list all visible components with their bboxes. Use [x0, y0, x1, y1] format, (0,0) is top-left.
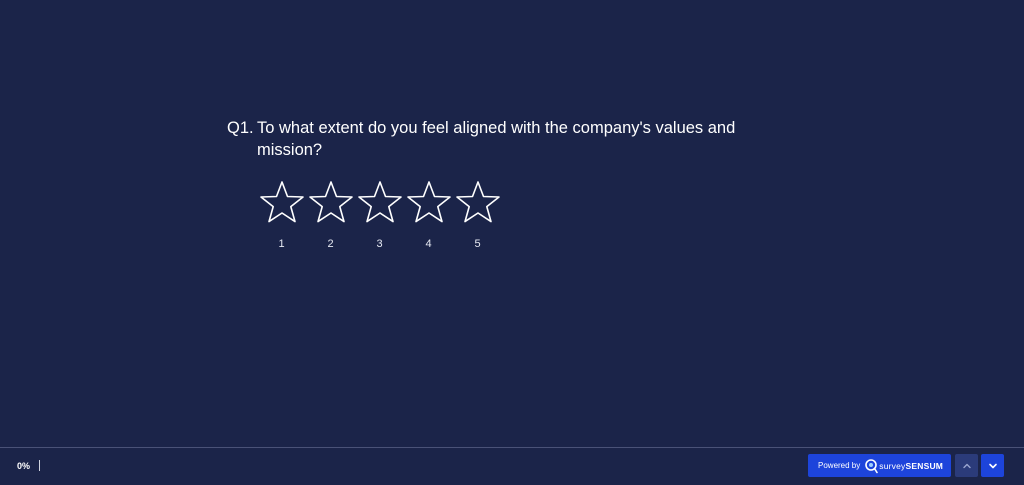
rating-label: 1 — [278, 238, 285, 250]
rating-option-5[interactable]: 5 — [453, 180, 502, 250]
rating-label: 5 — [474, 238, 481, 250]
chevron-up-icon — [962, 463, 971, 468]
question-number: Q1. — [227, 119, 254, 137]
star-icon[interactable] — [455, 180, 501, 226]
brand-sensum-text: SENSUM — [905, 460, 944, 471]
rating-label: 4 — [425, 238, 432, 250]
surveysensum-logo: survey SENSUM — [864, 458, 943, 474]
brand-survey-text: survey — [879, 460, 906, 471]
next-question-button[interactable] — [981, 454, 1004, 477]
rating-option-3[interactable]: 3 — [355, 180, 404, 250]
progress-percent: 0% — [17, 461, 31, 471]
surveysensum-logo-icon — [865, 458, 879, 473]
powered-by-label: Powered by — [818, 461, 861, 470]
chevron-down-icon — [988, 463, 997, 468]
rating-option-2[interactable]: 2 — [306, 180, 355, 250]
star-icon[interactable] — [406, 180, 452, 226]
previous-question-button[interactable] — [955, 454, 978, 477]
survey-page: Q1. To what extent do you feel aligned w… — [0, 0, 1024, 485]
question: Q1. To what extent do you feel aligned w… — [227, 117, 767, 161]
rating-option-1[interactable]: 1 — [257, 180, 306, 250]
star-rating: 1 2 3 4 5 — [257, 180, 502, 250]
progress-bar — [39, 460, 40, 471]
rating-label: 3 — [376, 238, 383, 250]
powered-by-badge[interactable]: Powered by survey SENSUM — [808, 454, 951, 477]
question-text: To what extent do you feel aligned with … — [257, 119, 736, 159]
rating-label: 2 — [327, 238, 334, 250]
star-icon[interactable] — [259, 180, 305, 226]
survey-footer: 0% Powered by survey SENSUM — [0, 447, 1024, 485]
rating-option-4[interactable]: 4 — [404, 180, 453, 250]
star-icon[interactable] — [357, 180, 403, 226]
star-icon[interactable] — [308, 180, 354, 226]
